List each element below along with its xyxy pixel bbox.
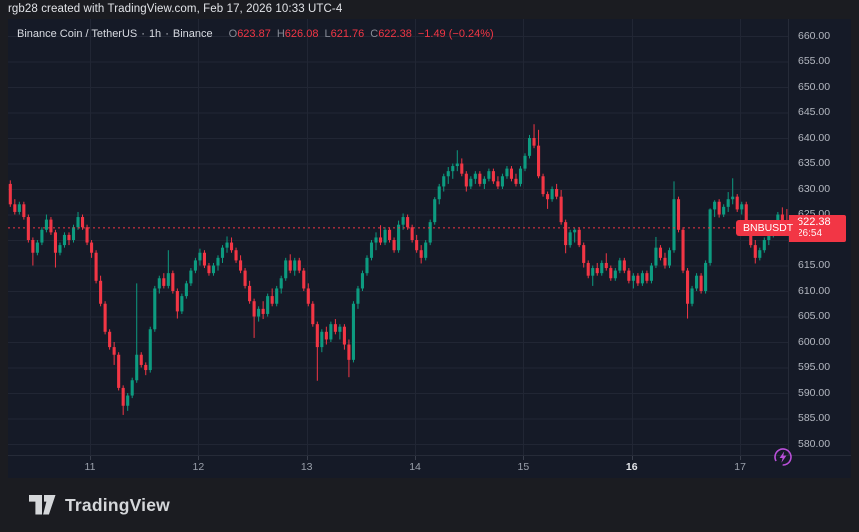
tradingview-logo-icon[interactable] (29, 495, 56, 515)
price-axis-label: 660.00 (798, 30, 830, 43)
time-axis-tick (740, 456, 741, 460)
time-axis-label: 16 (617, 461, 647, 473)
price-axis-label: 635.00 (798, 157, 830, 170)
attribution-bar: rgb28 created with TradingView.com, Feb … (0, 0, 859, 19)
price-axis-label: 590.00 (798, 387, 830, 400)
time-axis-label: 11 (75, 461, 105, 473)
candles (9, 124, 788, 415)
close-label: C (370, 28, 378, 40)
time-axis-tick (415, 456, 416, 460)
time-axis-label: 15 (508, 461, 538, 473)
price-axis-label: 615.00 (798, 259, 830, 272)
price-axis-label: 605.00 (798, 310, 830, 323)
price-axis-label: 580.00 (798, 438, 830, 451)
candlestick-chart[interactable] (8, 19, 788, 455)
exchange-label: Binance (173, 28, 213, 40)
price-axis-label: 630.00 (798, 183, 830, 196)
time-axis-label: 13 (292, 461, 322, 473)
symbol-tag-text: BNBUSDT (743, 222, 793, 234)
price-axis[interactable]: 622.38 26:54 660.00 655.00 650.00 645.00 640… (788, 19, 852, 455)
brand-name[interactable]: TradingView (65, 495, 170, 516)
time-axis-label: 12 (183, 461, 213, 473)
brand-bar: TradingView (0, 478, 859, 532)
price-axis-label: 640.00 (798, 132, 830, 145)
interval-label: 1h (149, 28, 161, 40)
time-axis-tick (90, 456, 91, 460)
change-value: −1.49 (−0.24%) (418, 28, 494, 40)
bar-countdown: 26:54 (797, 228, 846, 240)
current-price-symbol-tag: BNBUSDT (736, 220, 799, 236)
time-axis-label: 14 (400, 461, 430, 473)
price-axis-label: 645.00 (798, 106, 830, 119)
separator-dot: · (161, 28, 173, 40)
time-axis-tick (307, 456, 308, 460)
boost-lightning-icon[interactable] (772, 446, 794, 468)
price-axis-label: 610.00 (798, 285, 830, 298)
high-value: 626.08 (285, 28, 319, 40)
time-axis-label: 17 (725, 461, 755, 473)
price-axis-label: 595.00 (798, 361, 830, 374)
attribution-text: rgb28 created with TradingView.com, Feb … (8, 3, 342, 15)
low-value: 621.76 (331, 28, 365, 40)
close-value: 622.38 (378, 28, 412, 40)
chart-pane[interactable]: Binance Coin / TetherUS·1h·BinanceO623.8… (8, 19, 851, 478)
current-price-value: 622.38 (797, 217, 846, 229)
time-axis[interactable]: 11 12 13 14 15 16 17 (8, 455, 851, 479)
symbol-title: Binance Coin / TetherUS (17, 28, 137, 40)
time-axis-tick (523, 456, 524, 460)
price-axis-label: 650.00 (798, 81, 830, 94)
time-axis-tick (632, 456, 633, 460)
open-value: 623.87 (237, 28, 271, 40)
price-axis-label: 655.00 (798, 55, 830, 68)
price-axis-label: 600.00 (798, 336, 830, 349)
separator-dot: · (137, 28, 149, 40)
open-label: O (229, 28, 238, 40)
high-label: H (277, 28, 285, 40)
time-axis-tick (198, 456, 199, 460)
ohlc-readout: O623.87H626.08L621.76C622.38−1.49 (−0.24… (223, 28, 494, 40)
chart-legend: Binance Coin / TetherUS·1h·BinanceO623.8… (17, 24, 494, 44)
price-axis-label: 585.00 (798, 412, 830, 425)
